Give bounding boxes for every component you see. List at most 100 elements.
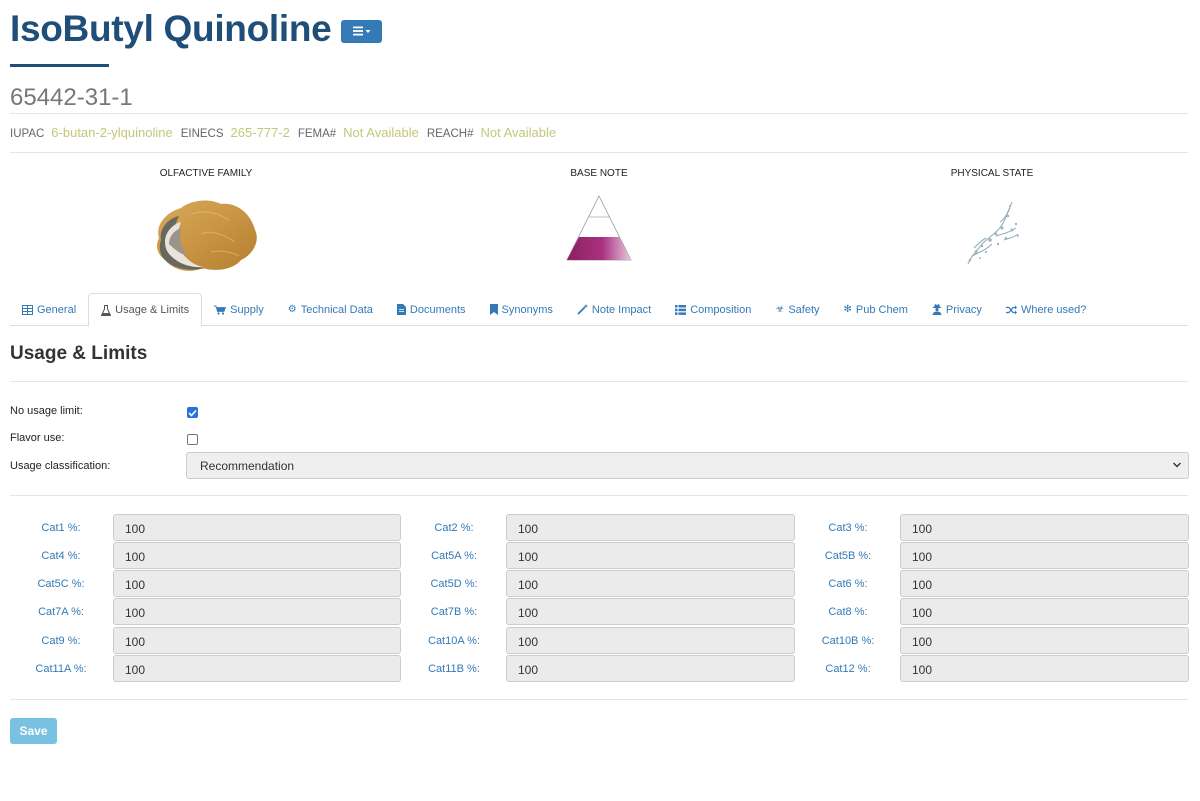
no-usage-limit-checkbox[interactable] [187, 407, 198, 418]
cat7a-label: Cat7A %: [38, 606, 84, 618]
cat12-input[interactable]: 100 [900, 655, 1189, 682]
divider [10, 113, 1188, 114]
tab-documents-label: Documents [409, 303, 466, 316]
cat5a-label: Cat5A %: [431, 550, 477, 562]
olfactive-family-image [157, 200, 257, 271]
tab-privacy-label: Privacy [945, 303, 982, 316]
cat2-input[interactable]: 100 [506, 514, 795, 541]
tab-supply[interactable]: Supply [202, 293, 276, 326]
biohazard-icon: ☣ [775, 304, 785, 315]
fema-label: FEMA# [297, 128, 337, 140]
user-secret-icon [932, 304, 942, 315]
base-note-title: BASE NOTE [570, 168, 628, 179]
save-button[interactable]: Save [10, 718, 57, 744]
atom-icon: ✻ [843, 304, 852, 315]
tab-pub-chem-label: Pub Chem [855, 303, 908, 316]
usage-classification-select[interactable]: Recommendation [186, 452, 1189, 479]
tab-where-used[interactable]: Where used? [994, 293, 1098, 326]
cat10a-label: Cat10A %: [428, 635, 480, 647]
reach-label: REACH# [426, 128, 474, 140]
divider [10, 495, 1188, 496]
tab-composition[interactable]: Composition [663, 293, 763, 326]
cat1-input[interactable]: 100 [113, 514, 401, 541]
reach-value: Not Available [480, 125, 557, 140]
title-underline [10, 64, 109, 67]
title-row: IsoButyl Quinoline [10, 8, 383, 50]
physical-state-title: PHYSICAL STATE [950, 168, 1034, 179]
divider [10, 699, 1188, 700]
shuffle-icon [1005, 305, 1017, 314]
tab-usage-limits-label: Usage & Limits [115, 304, 190, 316]
cat11b-input[interactable]: 100 [506, 655, 795, 682]
cat1-label: Cat1 %: [41, 522, 81, 534]
einecs-value: 265-777-2 [230, 125, 290, 140]
tab-general[interactable]: General [10, 293, 88, 326]
tab-note-impact-label: Note Impact [591, 303, 652, 316]
magic-icon [577, 304, 588, 315]
tab-bar: General Usage & Limits Supply ⚙ Technica… [10, 293, 1188, 327]
iupac-label: IUPAC [10, 128, 45, 140]
note-pyramid-icon [566, 195, 632, 261]
tab-composition-label: Composition [690, 303, 752, 316]
cat10b-input[interactable]: 100 [900, 627, 1189, 654]
cat10b-label: Cat10B %: [821, 635, 875, 647]
tab-safety[interactable]: ☣ Safety [763, 293, 831, 326]
cat11a-input[interactable]: 100 [113, 655, 401, 682]
gear-icon: ⚙ [287, 304, 297, 315]
cat2-label: Cat2 %: [434, 522, 474, 534]
cat6-label: Cat6 %: [828, 578, 868, 590]
einecs-label: EINECS [180, 128, 224, 140]
tab-pub-chem[interactable]: ✻ Pub Chem [832, 293, 920, 326]
table-icon [22, 304, 33, 315]
list-icon [675, 304, 687, 315]
chevron-down-icon [1173, 462, 1181, 468]
cart-icon [214, 305, 227, 315]
cat7b-label: Cat7B %: [430, 606, 478, 618]
usage-classification-value: Recommendation [200, 459, 295, 473]
cat9-input[interactable]: 100 [113, 627, 401, 654]
file-icon [396, 304, 406, 315]
divider [10, 381, 1188, 382]
iupac-value: 6-butan-2-ylquinoline [51, 125, 173, 140]
flavor-use-checkbox[interactable] [187, 434, 198, 445]
section-title: Usage & Limits [10, 343, 148, 364]
cat12-label: Cat12 %: [825, 663, 871, 675]
cat10a-input[interactable]: 100 [506, 627, 795, 654]
tab-privacy[interactable]: Privacy [920, 293, 994, 326]
tab-safety-label: Safety [788, 303, 820, 316]
tab-technical-data[interactable]: ⚙ Technical Data [276, 293, 385, 326]
tab-where-used-label: Where used? [1020, 303, 1087, 316]
cat4-input[interactable]: 100 [113, 542, 401, 569]
cat3-label: Cat3 %: [828, 522, 868, 534]
menu-dropdown-button[interactable] [341, 19, 383, 43]
cat5a-input[interactable]: 100 [506, 542, 795, 569]
bookmark-icon [489, 304, 498, 315]
physical-state-card: PHYSICAL STATE [892, 168, 1092, 275]
cat5d-label: Cat5D %: [430, 578, 478, 590]
checkmark-icon [188, 409, 197, 417]
tab-note-impact[interactable]: Note Impact [565, 293, 663, 326]
cat5c-input[interactable]: 100 [113, 570, 401, 597]
cat7a-input[interactable]: 100 [113, 598, 401, 625]
cat3-input[interactable]: 100 [900, 514, 1189, 541]
identifiers-row: IUPAC 6-butan-2-ylquinoline EINECS 265-7… [10, 125, 564, 140]
usage-classification-label: Usage classification: [10, 460, 111, 472]
cat5d-input[interactable]: 100 [506, 570, 795, 597]
cat5b-input[interactable]: 100 [900, 542, 1189, 569]
olfactive-family-card: OLFACTIVE FAMILY [106, 168, 306, 279]
tab-usage-limits[interactable]: Usage & Limits [88, 293, 203, 327]
cat4-label: Cat4 %: [41, 550, 81, 562]
tab-documents[interactable]: Documents [385, 293, 478, 326]
cas-number: 65442-31-1 [10, 84, 133, 111]
tab-synonyms[interactable]: Synonyms [478, 293, 565, 326]
tab-supply-label: Supply [230, 303, 264, 316]
base-note-card: BASE NOTE [499, 168, 699, 269]
no-usage-limit-label: No usage limit: [10, 405, 83, 417]
cat8-input[interactable]: 100 [900, 598, 1189, 625]
page-title: IsoButyl Quinoline [10, 8, 332, 49]
tab-synonyms-label: Synonyms [501, 303, 553, 316]
cat6-input[interactable]: 100 [900, 570, 1189, 597]
fema-value: Not Available [343, 125, 419, 140]
cat8-label: Cat8 %: [828, 606, 868, 618]
cat7b-input[interactable]: 100 [506, 598, 795, 625]
